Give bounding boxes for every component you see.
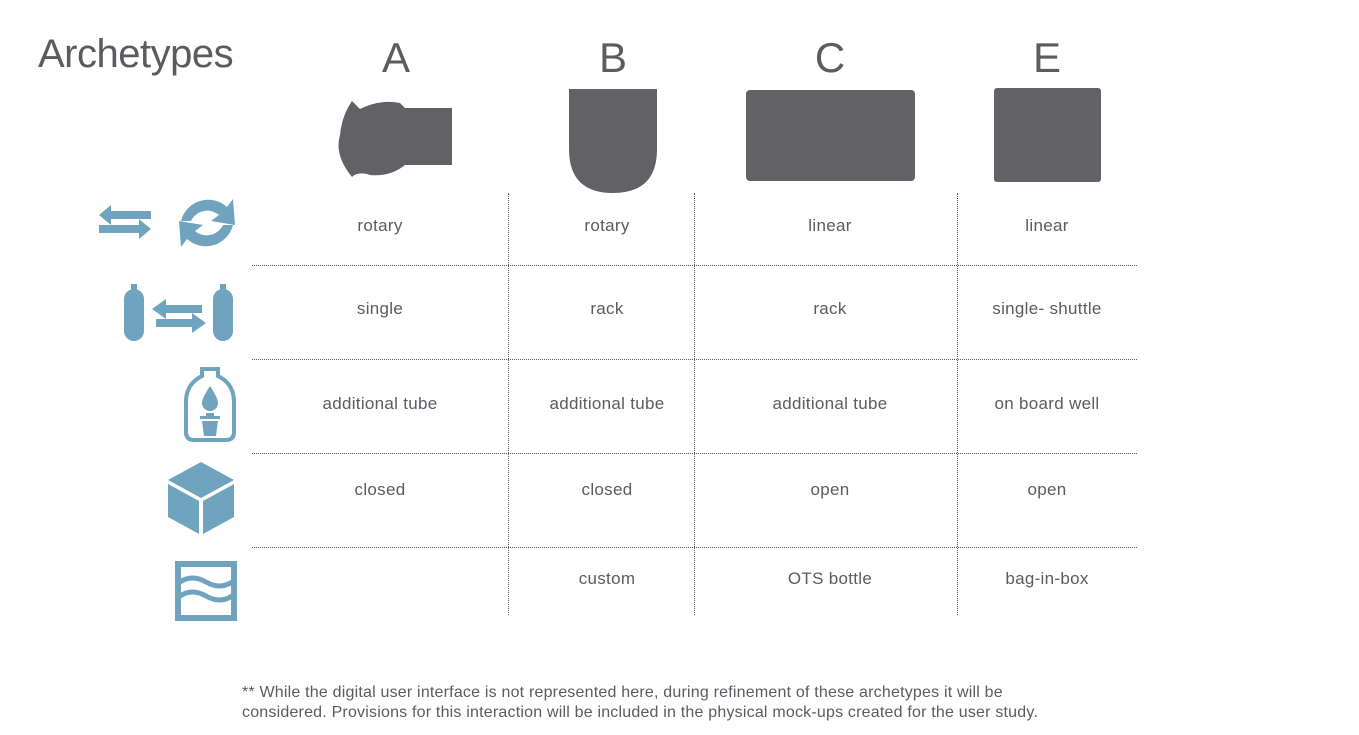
- cell-container-c: OTS bottle: [787, 569, 873, 588]
- cell-waste-b: additional tube: [549, 394, 665, 413]
- archetype-a-silhouette: [338, 101, 452, 177]
- bottle-drop-waste-icon: [184, 367, 236, 442]
- cell-container-b: custom: [578, 569, 636, 588]
- cell-container-e: bag-in-box: [1005, 569, 1089, 588]
- cell-tube-c: rack: [813, 299, 847, 318]
- tube-exchange-icon: [124, 284, 233, 341]
- grid-divider: [252, 359, 1137, 360]
- grid-divider: [252, 453, 1137, 454]
- cell-tube-e: single- shuttle: [992, 299, 1102, 318]
- footnote-line: considered. Provisions for this interact…: [242, 704, 1039, 721]
- footnote: ** While the digital user interface is n…: [242, 683, 1202, 723]
- page-title: Archetypes: [38, 32, 234, 76]
- cell-motion-e: linear: [1025, 216, 1069, 235]
- cell-enclosure-b: closed: [581, 480, 633, 499]
- cell-tube-a: single: [356, 299, 404, 318]
- cell-waste-c: additional tube: [772, 394, 888, 413]
- column-header-e: E: [1032, 34, 1061, 81]
- cell-motion-b: rotary: [584, 216, 630, 235]
- archetype-b-silhouette: [569, 89, 657, 193]
- column-header-c: C: [814, 34, 846, 81]
- cell-enclosure-e: open: [1027, 480, 1067, 499]
- column-header-b: B: [598, 34, 627, 81]
- grid-divider: [252, 265, 1137, 266]
- cell-enclosure-c: open: [810, 480, 850, 499]
- liquid-container-icon: [175, 561, 237, 621]
- cell-enclosure-a: closed: [354, 480, 406, 499]
- cell-tube-b: rack: [590, 299, 624, 318]
- column-header-a: A: [381, 34, 410, 81]
- cube-icon: [168, 462, 234, 534]
- transfer-rotate-icon: [99, 199, 235, 247]
- cell-waste-a: additional tube: [322, 394, 438, 413]
- cell-waste-e: on board well: [994, 394, 1100, 413]
- cell-motion-a: rotary: [357, 216, 403, 235]
- archetype-e-silhouette: [994, 88, 1101, 182]
- grid-divider: [252, 547, 1137, 548]
- cell-motion-c: linear: [808, 216, 852, 235]
- archetype-c-silhouette: [746, 90, 915, 181]
- footnote-line: ** While the digital user interface is n…: [242, 684, 1003, 701]
